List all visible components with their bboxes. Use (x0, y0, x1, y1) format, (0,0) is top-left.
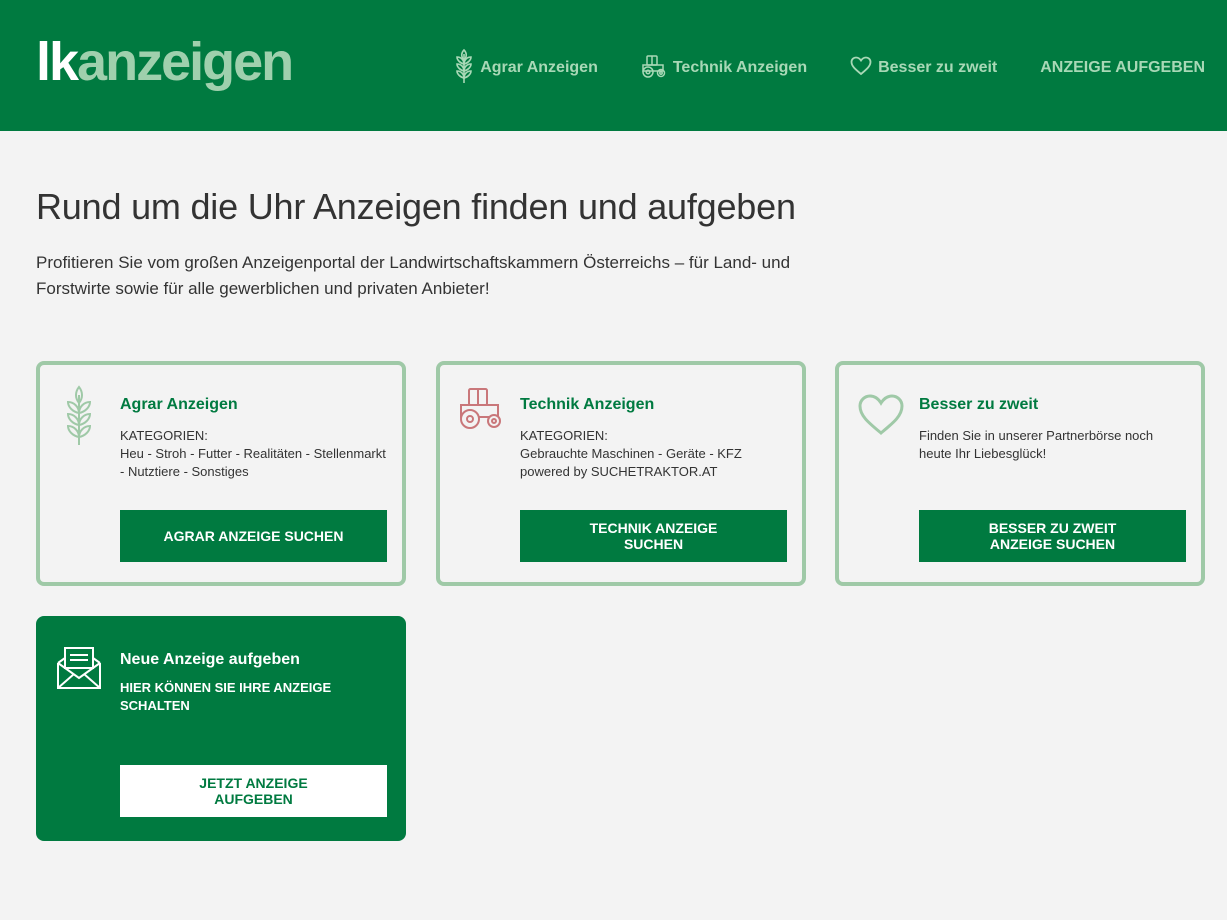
wheat-icon (64, 385, 94, 452)
card-title: Technik Anzeigen (520, 396, 655, 413)
nav-besser-zu-zweit[interactable]: Besser zu zweit (850, 48, 997, 88)
wheat-icon (454, 48, 480, 89)
card-title: Agrar Anzeigen (120, 396, 238, 413)
page-headline: Rund um die Uhr Anzeigen finden und aufg… (36, 186, 796, 227)
card-description: HIER KÖNNEN SIE IHRE ANZEIGE SCHALTEN (120, 680, 332, 713)
nav-anzeige-aufgeben[interactable]: ANZEIGE AUFGEBEN (1040, 48, 1205, 88)
nav-aufgeben-label: ANZEIGE AUFGEBEN (1040, 59, 1205, 76)
card-description: KATEGORIEN: Heu - Stroh - Futter - Reali… (120, 427, 390, 481)
logo-anzeigen-text: anzeigen (77, 32, 294, 92)
page-intro: Profitieren Sie vom großen Anzeigenporta… (36, 253, 791, 298)
card-title: Besser zu zweit (919, 396, 1039, 413)
card-description: Finden Sie in unserer Partnerbörse noch … (919, 428, 1154, 461)
categories-label: KATEGORIEN: (120, 428, 208, 443)
card-title: Neue Anzeige aufgeben (120, 651, 300, 668)
categories-text: Heu - Stroh - Futter - Realitäten - Stel… (120, 446, 386, 479)
besser-search-button[interactable]: BESSER ZU ZWEIT ANZEIGE SUCHEN (919, 510, 1186, 562)
jetzt-anzeige-aufgeben-button[interactable]: JETZT ANZEIGE AUFGEBEN (120, 765, 387, 817)
card-technik-anzeigen: Technik Anzeigen KATEGORIEN: Gebrauchte … (436, 361, 806, 586)
logo-lk-text: lk (36, 32, 79, 92)
nav-technik-label: Technik Anzeigen (672, 59, 808, 76)
nav-technik-anzeigen[interactable]: Technik Anzeigen (641, 48, 807, 88)
card-description: KATEGORIEN: Gebrauchte Maschinen - Gerät… (520, 427, 790, 481)
heart-icon (850, 56, 878, 81)
nav-agrar-label: Agrar Anzeigen (480, 59, 598, 76)
nav-agrar-anzeigen[interactable]: Agrar Anzeigen (454, 48, 598, 88)
categories-label: KATEGORIEN: (520, 428, 608, 443)
main-nav: Agrar Anzeigen Technik Anzeigen Besser z… (454, 48, 1205, 88)
card-besser-zu-zweit: Besser zu zweit Finden Sie in unserer Pa… (835, 361, 1205, 586)
technik-search-button[interactable]: TECHNIK ANZEIGE SUCHEN (520, 510, 787, 562)
tractor-icon (458, 387, 504, 436)
agrar-search-button[interactable]: AGRAR ANZEIGE SUCHEN (120, 510, 387, 562)
nav-besser-label: Besser zu zweit (878, 59, 998, 76)
categories-text: Gebrauchte Maschinen - Geräte - KFZ powe… (520, 446, 742, 479)
envelope-icon (56, 646, 102, 695)
heart-icon (857, 393, 905, 442)
card-neue-anzeige: Neue Anzeige aufgeben HIER KÖNNEN SIE IH… (36, 616, 406, 841)
site-header: lkanzeigen Agrar Anzeigen Technik Anzeig… (0, 0, 1227, 131)
site-logo[interactable]: lkanzeigen (36, 30, 294, 94)
tractor-icon (641, 53, 673, 84)
card-agrar-anzeigen: Agrar Anzeigen KATEGORIEN: Heu - Stroh -… (36, 361, 406, 586)
